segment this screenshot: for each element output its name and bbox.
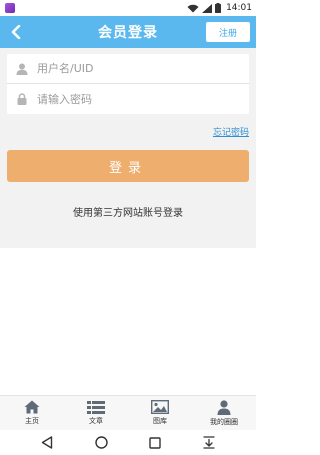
username-input[interactable]	[37, 62, 237, 75]
nav-download-button[interactable]	[199, 433, 219, 453]
chevron-left-icon	[11, 25, 21, 39]
bottom-tab-bar: 主页 文章 图库 我的圈圈	[0, 395, 256, 430]
app-notification-icon	[5, 3, 15, 13]
register-button[interactable]: 注册	[206, 22, 250, 42]
home-icon	[24, 400, 40, 414]
tab-home[interactable]: 主页	[0, 396, 64, 430]
nav-recents-button[interactable]	[145, 433, 165, 453]
login-button[interactable]: 登录	[7, 150, 249, 182]
user-icon	[16, 63, 28, 75]
home-circle-icon	[94, 436, 108, 449]
signal-icon	[202, 3, 213, 13]
password-input[interactable]	[37, 92, 237, 106]
lock-icon	[17, 93, 27, 105]
image-icon	[151, 400, 169, 414]
wifi-icon	[187, 4, 199, 12]
tab-gallery[interactable]: 图库	[128, 396, 192, 430]
third-party-login-text[interactable]: 使用第三方网站账号登录	[0, 204, 256, 219]
person-icon	[217, 399, 231, 415]
status-bar: 14:01	[0, 0, 256, 16]
system-nav-bar	[0, 430, 256, 455]
tab-my-circle[interactable]: 我的圈圈	[192, 396, 256, 430]
page-title: 会员登录	[98, 25, 158, 41]
login-form	[7, 54, 249, 114]
tab-articles[interactable]: 文章	[64, 396, 128, 430]
password-row	[7, 84, 249, 114]
forgot-password-link[interactable]: 忘记密码	[213, 125, 249, 138]
username-row	[7, 54, 249, 84]
list-icon	[87, 400, 105, 414]
battery-icon	[215, 3, 222, 13]
back-button[interactable]	[6, 22, 26, 42]
download-icon	[203, 436, 215, 449]
recents-square-icon	[149, 436, 161, 449]
screen: 14:01 会员登录 注册 用户名/UID 忘记密码 登录 使用第三方网站账号登…	[0, 0, 256, 455]
status-time: 14:01	[226, 3, 252, 13]
header-bar: 会员登录 注册	[0, 16, 256, 48]
tab-label: 我的圈圈	[210, 417, 238, 426]
nav-home-button[interactable]	[91, 433, 111, 453]
nav-back-button[interactable]	[37, 433, 57, 453]
tab-label: 文章	[89, 416, 103, 425]
tab-label: 图库	[153, 417, 167, 425]
back-triangle-icon	[41, 436, 53, 449]
tab-label: 主页	[25, 417, 39, 425]
login-panel: 忘记密码 登录 使用第三方网站账号登录	[0, 48, 256, 248]
